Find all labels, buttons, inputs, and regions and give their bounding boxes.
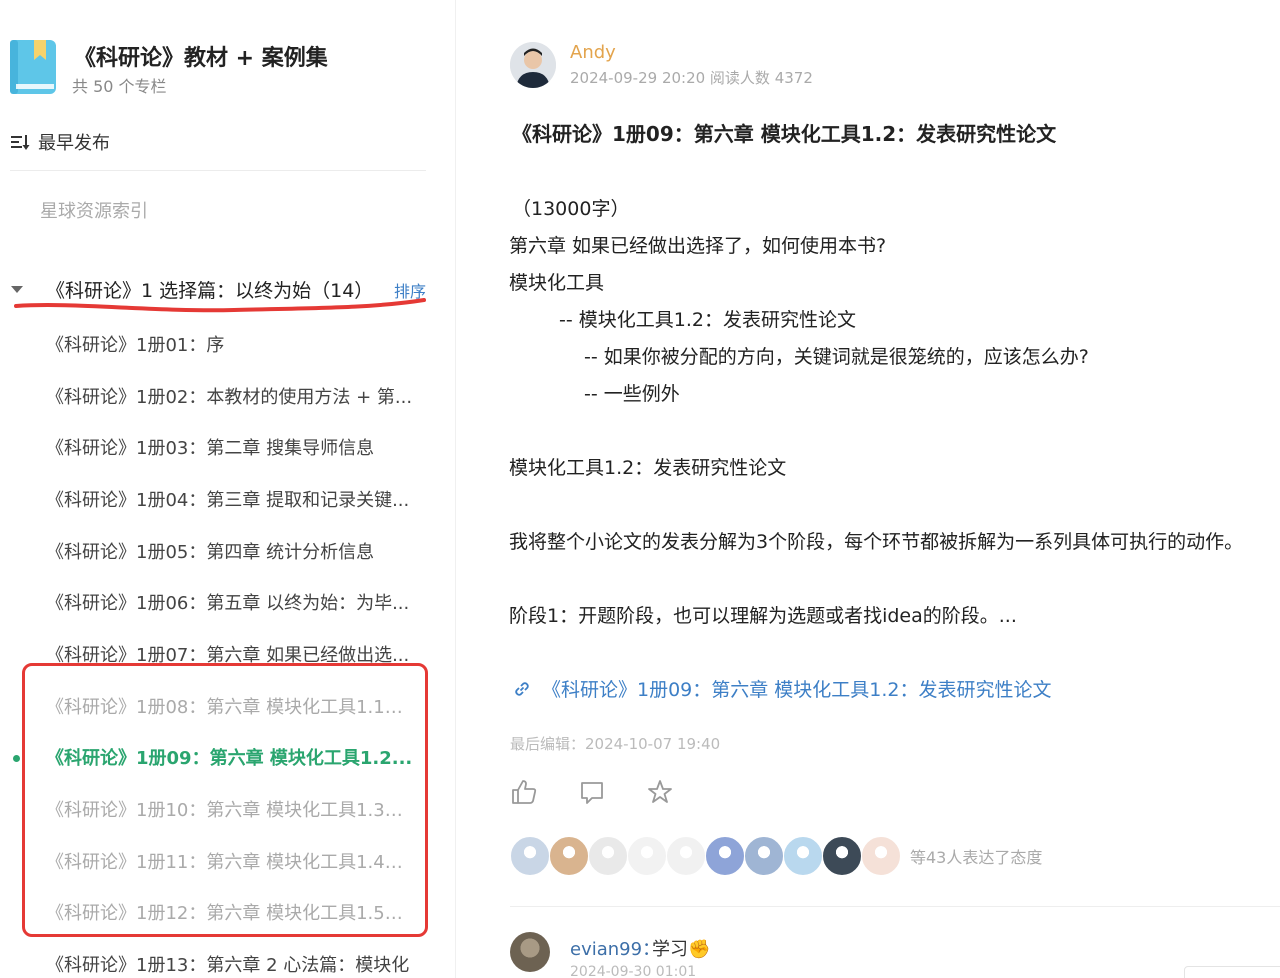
person-icon [510,42,556,88]
post-body-line: -- 模块化工具1.2：发表研究性论文 [559,309,856,331]
article-link-text: 《科研论》1册09：第六章 模块化工具1.2：发表研究性论文 [542,679,1052,701]
reactor-avatar[interactable] [627,836,667,876]
caret-down-icon [11,286,23,293]
reactor-list: 等43人表达了态度 [510,836,1042,876]
comment-text: 学习✊ [652,939,711,960]
reactor-avatar[interactable] [588,836,628,876]
chapter-label: 《科研论》1册13：第六章 2 心法篇：模块化 [46,955,410,977]
chapter-item[interactable]: 《科研论》1册07：第六章 如果已经做出选... [0,628,455,680]
reactor-avatar[interactable] [510,836,550,876]
chapter-item[interactable]: 《科研论》1册02：本教材的使用方法 + 第... [0,370,455,422]
post-meta: 2024-09-29 20:20 阅读人数 4372 [570,69,813,87]
post-body-line: -- 如果你被分配的方向，关键词就是很笼统的，应该怎么办? [584,346,1089,368]
post-body-line: 第六章 如果已经做出选择了，如何使用本书? [509,235,887,257]
book-column-count: 共 50 个专栏 [72,77,167,96]
chapter-label: 《科研论》1册07：第六章 如果已经做出选... [46,644,410,666]
post-panel: Andy 2024-09-29 20:20 阅读人数 4372 《科研论》1册0… [456,0,1280,978]
page: 《科研论》教材 + 案例集 共 50 个专栏 最早发布 星球资源索引 《科研论》… [0,0,1280,978]
post-actions [510,778,674,806]
chapter-item[interactable]: 《科研论》1册01：序 [0,318,455,370]
commenter-avatar[interactable] [510,932,550,972]
reactor-avatar[interactable] [861,836,901,876]
active-dot-icon [13,754,20,762]
divider [510,906,1280,907]
chapter-label: 《科研论》1册01：序 [46,334,225,356]
author-avatar[interactable] [510,42,556,88]
reactor-avatar[interactable] [783,836,823,876]
comment-input-box[interactable] [1184,966,1280,978]
reactor-avatar[interactable] [822,836,862,876]
chapter-label: 《科研论》1册10：第六章 模块化工具1.3：... [46,800,416,822]
post-body-line: -- 一些例外 [584,383,680,405]
chapter-item[interactable]: 《科研论》1册12：第六章 模块化工具1.5：... [0,887,455,939]
article-link[interactable]: 《科研论》1册09：第六章 模块化工具1.2：发表研究性论文 [512,675,1052,702]
last-edited: 最后编辑：2024-10-07 19:40 [510,735,721,753]
chapter-label: 《科研论》1册02：本教材的使用方法 + 第... [46,386,413,408]
reactor-avatar[interactable] [666,836,706,876]
chapter-item[interactable]: 《科研论》1册09：第六章 模块化工具1.2... [0,732,455,784]
chapter-label: 《科研论》1册09：第六章 模块化工具1.2... [46,748,413,770]
chapter-item[interactable]: 《科研论》1册04：第三章 提取和记录关键... [0,473,455,525]
sort-icon [11,135,30,150]
sort-earliest-button[interactable]: 最早发布 [10,129,110,155]
reactions-count[interactable]: 等43人表达了态度 [910,844,1042,868]
comment-date: 2024-09-30 01:01 [570,964,697,978]
like-icon[interactable] [510,778,538,806]
chapter-item[interactable]: 《科研论》1册05：第四章 统计分析信息 [0,525,455,577]
chapter-label: 《科研论》1册04：第三章 提取和记录关键... [46,489,410,511]
chapter-list: 《科研论》1册01：序《科研论》1册02：本教材的使用方法 + 第... 《科研论… [0,318,455,978]
reactor-avatar[interactable] [744,836,784,876]
post-body-line: （13000字） [512,198,630,220]
commenter-name[interactable]: evian99： [570,935,660,961]
chapter-label: 《科研论》1册03：第二章 搜集导师信息 [46,438,375,460]
post-body-line: 模块化工具1.2：发表研究性论文 [509,457,787,479]
book-icon [10,40,56,94]
divider [10,170,426,171]
chapter-item[interactable]: 《科研论》1册08：第六章 模块化工具1.1：... [0,680,455,732]
post-body-line: 阶段1：开题阶段，也可以理解为选题或者找idea的阶段。... [509,605,1017,627]
chapter-item[interactable]: 《科研论》1册10：第六章 模块化工具1.3：... [0,783,455,835]
sidebar: 《科研论》教材 + 案例集 共 50 个专栏 最早发布 星球资源索引 《科研论》… [0,0,456,978]
chapter-label: 《科研论》1册11：第六章 模块化工具1.4：... [46,851,416,873]
chapter-item[interactable]: 《科研论》1册03：第二章 搜集导师信息 [0,421,455,473]
chapter-item[interactable]: 《科研论》1册06：第五章 以终为始：为毕... [0,576,455,628]
comment-icon[interactable] [578,778,606,806]
book-title: 《科研论》教材 + 案例集 [74,46,328,71]
chapter-label: 《科研论》1册08：第六章 模块化工具1.1：... [46,696,416,718]
post-body-line: 我将整个小论文的发表分解为3个阶段，每个环节都被拆解为一系列具体可执行的动作。 [509,531,1244,553]
chapter-item[interactable]: 《科研论》1册11：第六章 模块化工具1.4：... [0,835,455,887]
chapter-label: 《科研论》1册12：第六章 模块化工具1.5：... [46,903,416,925]
chapter-item[interactable]: 《科研论》1册13：第六章 2 心法篇：模块化 [0,938,455,978]
sort-label: 最早发布 [38,133,110,154]
post-title: 《科研论》1册09：第六章 模块化工具1.2：发表研究性论文 [512,122,1057,146]
chapter-label: 《科研论》1册06：第五章 以终为始：为毕... [46,593,410,615]
link-icon [515,681,529,696]
chapter-label: 《科研论》1册05：第四章 统计分析信息 [46,541,375,563]
reactor-avatar[interactable] [549,836,589,876]
author-name[interactable]: Andy [570,42,616,63]
resource-index-link[interactable]: 星球资源索引 [40,197,148,223]
reactor-avatar[interactable] [705,836,745,876]
annotation-underline [14,298,426,313]
star-icon[interactable] [646,778,674,806]
post-body-line: 模块化工具 [509,272,605,294]
